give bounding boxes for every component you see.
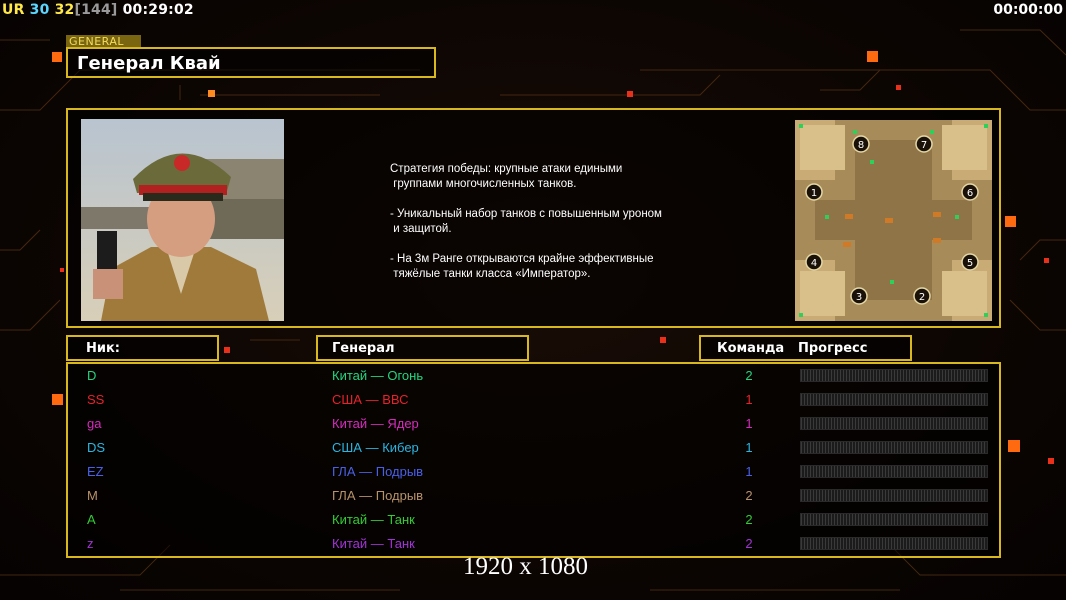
progress-bar [800,465,988,478]
map-slot-6: 6 [967,188,973,199]
column-header-nick: Ник: [66,335,219,361]
player-general: ГЛА — Подрыв [332,464,424,479]
player-table: D Китай — Огонь 2 SS США — ВВС 1 ga Китай — Яде… [66,362,1001,558]
progress-bar [800,393,988,406]
general-portrait-image [81,119,284,321]
player-nick: z [87,536,94,551]
player-nick: ga [87,416,102,431]
player-nick: A [87,512,96,527]
player-team: 2 [745,536,753,551]
map-slot-1: 1 [811,188,817,199]
player-nick: DS [87,440,106,455]
player-general: Китай — Огонь [332,368,424,383]
player-team: 2 [745,488,753,503]
player-team: 2 [745,368,753,383]
table-row: M ГЛА — Подрыв 2 [68,485,999,509]
strategy-description: Стратегия победы: крупные атаки едиными … [390,163,662,280]
game-timer: 00:00:00 [993,2,1063,18]
player-nick: SS [87,392,105,407]
player-team: 1 [745,416,753,431]
elapsed-time: 00:29:02 [122,2,194,18]
table-row: SS США — ВВС 1 [68,389,999,413]
player-team: 1 [745,464,753,479]
map-slot-2: 2 [919,292,925,303]
table-row: ga Китай — Ядер 1 [68,413,999,437]
player-general: Китай — Танк [332,512,415,527]
general-portrait [81,119,284,321]
table-row: DS США — Кибер 1 [68,437,999,461]
column-header-nick-label: Ник: [86,341,121,356]
column-header-general: Генерал [316,335,529,361]
table-row: D Китай — Огонь 2 [68,365,999,389]
column-header-team-progress: Команда Прогресс [699,335,912,361]
map-slot-4: 4 [811,258,817,269]
fps-max: [144] [74,2,118,18]
player-general: ГЛА — Подрыв [332,488,424,503]
general-name: Генерал Квай [77,53,221,74]
fps-value: 32 [54,2,75,18]
minimap-image: 1 2 3 4 5 6 7 8 [795,120,992,321]
progress-bar [800,537,988,550]
progress-bar [800,369,988,382]
player-nick: M [87,488,98,503]
progress-bar [800,513,988,526]
column-header-progress-label: Прогресс [798,341,868,356]
general-info-panel: Стратегия победы: крупные атаки едиными … [66,108,1001,328]
map-slot-3: 3 [856,292,862,303]
player-general: США — Кибер [332,440,419,455]
progress-bar [800,441,988,454]
player-nick: D [87,368,97,383]
column-header-team-label: Команда [717,341,785,356]
player-general: США — ВВС [332,392,409,407]
map-slot-7: 7 [921,140,927,151]
player-team: 2 [745,512,753,527]
stats-bar: UR 30 32[144] 00:29:02 [2,2,194,18]
table-row: EZ ГЛА — Подрыв 1 [68,461,999,485]
progress-bar [800,417,988,430]
minimap: 1 2 3 4 5 6 7 8 [795,120,992,321]
ur-label: UR [2,2,25,18]
player-general: Китай — Ядер [332,416,419,431]
table-row: A Китай — Танк 2 [68,509,999,533]
column-header-general-label: Генерал [332,341,395,356]
general-title-frame: Генерал Квай [66,47,436,78]
player-general: Китай — Танк [332,536,415,551]
ur-value: 30 [29,2,50,18]
player-team: 1 [745,440,753,455]
map-slot-5: 5 [967,258,973,269]
player-team: 1 [745,392,753,407]
progress-bar [800,489,988,502]
map-slot-8: 8 [858,140,864,151]
player-nick: EZ [87,464,104,479]
resolution-label: 1920 x 1080 [463,553,588,580]
